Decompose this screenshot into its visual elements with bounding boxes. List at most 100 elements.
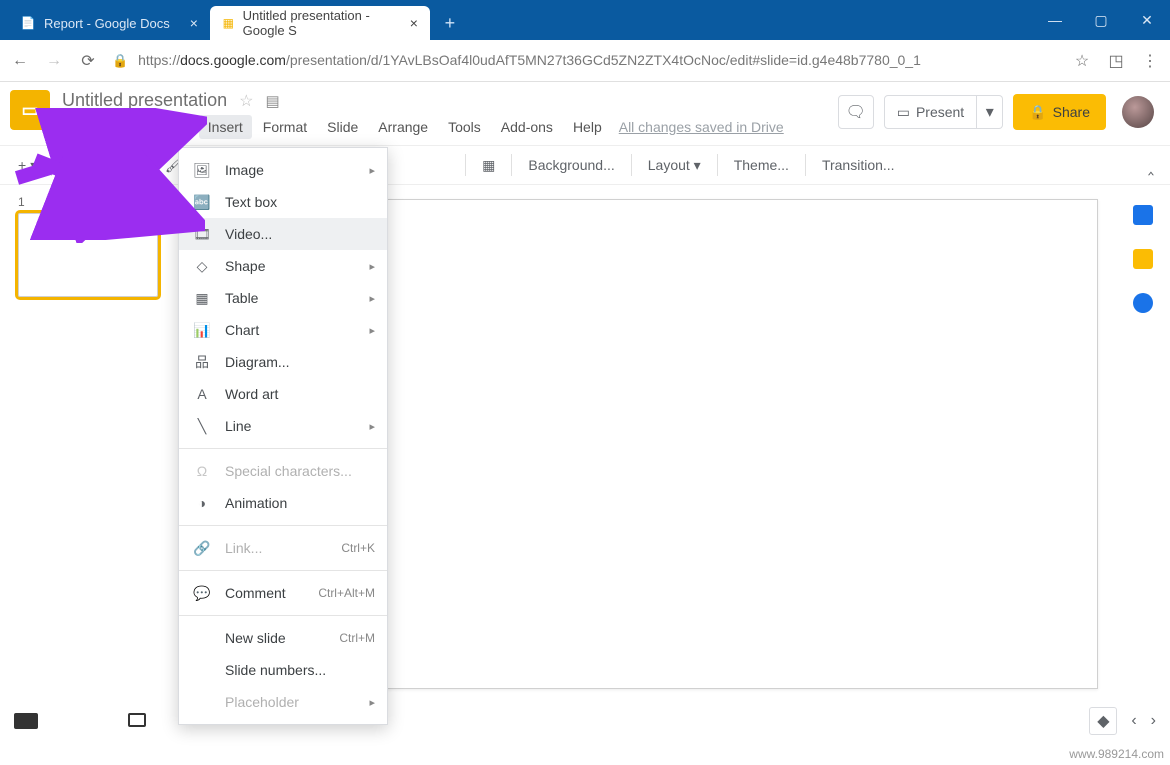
- doc-title[interactable]: Untitled presentation: [62, 90, 227, 111]
- chevron-right-icon[interactable]: ›: [1151, 712, 1156, 730]
- back-button[interactable]: ←: [10, 51, 30, 71]
- menu-item-icon: 品: [193, 352, 211, 372]
- insert-menu-link: 🔗Link...Ctrl+K: [179, 532, 387, 564]
- print-button[interactable]: 🖶: [124, 149, 153, 181]
- lock-icon: 🔒: [112, 53, 128, 68]
- star-icon[interactable]: ☆: [239, 91, 253, 111]
- close-window-button[interactable]: ✕: [1124, 0, 1170, 40]
- insert-menu-word-art[interactable]: A Word art: [179, 378, 387, 410]
- insert-menu-chart[interactable]: 📊Chart▸: [179, 314, 387, 346]
- forward-button[interactable]: →: [44, 51, 64, 71]
- thumbnail-rail: 1: [0, 185, 180, 724]
- insert-menu-slide-numbers[interactable]: Slide numbers...: [179, 654, 387, 686]
- url-path: /presentation/d/1YAvLBsOaf4l0udAfT5MN27t…: [286, 52, 921, 68]
- address-bar[interactable]: 🔒 https://docs.google.com/presentation/d…: [112, 52, 1058, 69]
- menu-item-label: Shape: [225, 258, 265, 274]
- insert-menu-video[interactable]: 🎞 Video...: [179, 218, 387, 250]
- tab-label: Report - Google Docs: [44, 16, 170, 31]
- maximize-button[interactable]: ▢: [1078, 0, 1124, 40]
- chrome-menu-icon[interactable]: ⋮: [1140, 51, 1160, 71]
- background-button[interactable]: Background...: [520, 153, 622, 177]
- menu-item-icon: ◇: [193, 258, 211, 275]
- new-slide-button[interactable]: + ▾: [10, 153, 43, 177]
- menu-format[interactable]: Format: [254, 115, 316, 139]
- folder-icon[interactable]: ▤: [265, 92, 279, 110]
- browser-tab-slides[interactable]: ▦ Untitled presentation - Google S ×: [210, 6, 430, 40]
- menu-item-label: Slide numbers...: [225, 662, 326, 678]
- insert-menu-line[interactable]: ╲Line▸: [179, 410, 387, 442]
- browser-tab-docs[interactable]: 📄 Report - Google Docs ×: [8, 6, 210, 40]
- share-button[interactable]: 🔒 Share: [1013, 94, 1106, 130]
- theme-button[interactable]: Theme...: [726, 153, 797, 177]
- layout-button[interactable]: Layout ▾: [640, 153, 709, 178]
- layout-grid-button[interactable]: ▦: [474, 153, 503, 178]
- redo-button[interactable]: ↷: [92, 153, 120, 178]
- transition-button[interactable]: Transition...: [814, 153, 903, 177]
- menu-item-shortcut: Ctrl+M: [339, 631, 375, 645]
- chevron-left-icon[interactable]: ‹: [1131, 712, 1136, 730]
- menu-item-icon: Ω: [193, 463, 211, 479]
- menu-item-icon: 📊: [193, 322, 211, 339]
- insert-menu-placeholder: Placeholder▸: [179, 686, 387, 718]
- menu-view[interactable]: View: [149, 115, 197, 139]
- menu-file[interactable]: File: [62, 115, 103, 139]
- present-button[interactable]: ▭ Present: [884, 95, 977, 129]
- insert-menu-image[interactable]: 🖼Image▸: [179, 154, 387, 186]
- menu-item-label: Diagram...: [225, 354, 290, 370]
- insert-menu-new-slide[interactable]: New slide Ctrl+M: [179, 622, 387, 654]
- insert-menu-diagram[interactable]: 品 Diagram...: [179, 346, 387, 378]
- menu-insert[interactable]: Insert: [199, 115, 252, 139]
- slides-logo-icon[interactable]: ▭: [10, 90, 50, 130]
- keep-icon[interactable]: [1133, 249, 1153, 269]
- workspace: 1: [0, 185, 1170, 724]
- present-dropdown[interactable]: ▾: [977, 95, 1003, 129]
- account-avatar[interactable]: [1122, 96, 1154, 128]
- close-icon[interactable]: ×: [410, 15, 418, 31]
- menu-addons[interactable]: Add-ons: [492, 115, 562, 139]
- menu-item-label: Animation: [225, 495, 287, 511]
- extension-icon[interactable]: ◳: [1106, 51, 1126, 71]
- lock-icon: 🔒: [1029, 104, 1046, 121]
- insert-menu-animation[interactable]: ◑ Animation: [179, 487, 387, 519]
- new-tab-button[interactable]: +: [436, 9, 464, 37]
- url-scheme: https://: [138, 52, 180, 68]
- explore-button[interactable]: ◆: [1089, 707, 1117, 735]
- insert-menu-comment[interactable]: 💬CommentCtrl+Alt+M: [179, 577, 387, 609]
- menu-item-label: Table: [225, 290, 258, 306]
- menu-item-icon: ◑: [193, 495, 211, 511]
- insert-menu-table[interactable]: ▦Table▸: [179, 282, 387, 314]
- menu-slide[interactable]: Slide: [318, 115, 367, 139]
- insert-menu-text-box[interactable]: 🔤Text box: [179, 186, 387, 218]
- menu-item-shortcut: Ctrl+K: [341, 541, 375, 555]
- reload-button[interactable]: ⟳: [78, 51, 98, 71]
- submenu-arrow-icon: ▸: [369, 420, 375, 433]
- present-icon: ▭: [897, 104, 910, 121]
- menu-item-label: New slide: [225, 630, 286, 646]
- menu-item-icon: 🎞: [193, 226, 211, 243]
- menu-help[interactable]: Help: [564, 115, 611, 139]
- menu-edit[interactable]: Edit: [105, 115, 147, 139]
- calendar-icon[interactable]: [1133, 205, 1153, 225]
- toolbar: + ▾ ↶ ↷ 🖶 🖌 🔍 ▦ Background... Layout ▾ T…: [0, 145, 1170, 185]
- grid-view-icon[interactable]: [128, 713, 146, 727]
- star-bookmark-icon[interactable]: ☆: [1072, 51, 1092, 71]
- menu-item-shortcut: Ctrl+Alt+M: [318, 586, 375, 600]
- menu-item-label: Word art: [225, 386, 278, 402]
- slides-favicon-icon: ▦: [222, 15, 235, 31]
- collapse-toolbar-button[interactable]: ‸: [1148, 155, 1160, 176]
- minimize-button[interactable]: —: [1032, 0, 1078, 40]
- close-icon[interactable]: ×: [190, 15, 198, 31]
- submenu-arrow-icon: ▸: [369, 324, 375, 337]
- menu-item-icon: A: [193, 386, 211, 402]
- menu-arrange[interactable]: Arrange: [369, 115, 437, 139]
- undo-button[interactable]: ↶: [60, 153, 88, 178]
- menu-item-label: Placeholder: [225, 694, 299, 710]
- tasks-icon[interactable]: [1133, 293, 1153, 313]
- menu-item-label: Video...: [225, 226, 272, 242]
- slide-thumbnail-1[interactable]: [18, 213, 158, 297]
- menu-tools[interactable]: Tools: [439, 115, 490, 139]
- comments-button[interactable]: 🗨: [838, 95, 874, 129]
- saved-indicator[interactable]: All changes saved in Drive: [619, 119, 784, 135]
- filmstrip-view-icon[interactable]: [14, 713, 38, 729]
- insert-menu-shape[interactable]: ◇Shape▸: [179, 250, 387, 282]
